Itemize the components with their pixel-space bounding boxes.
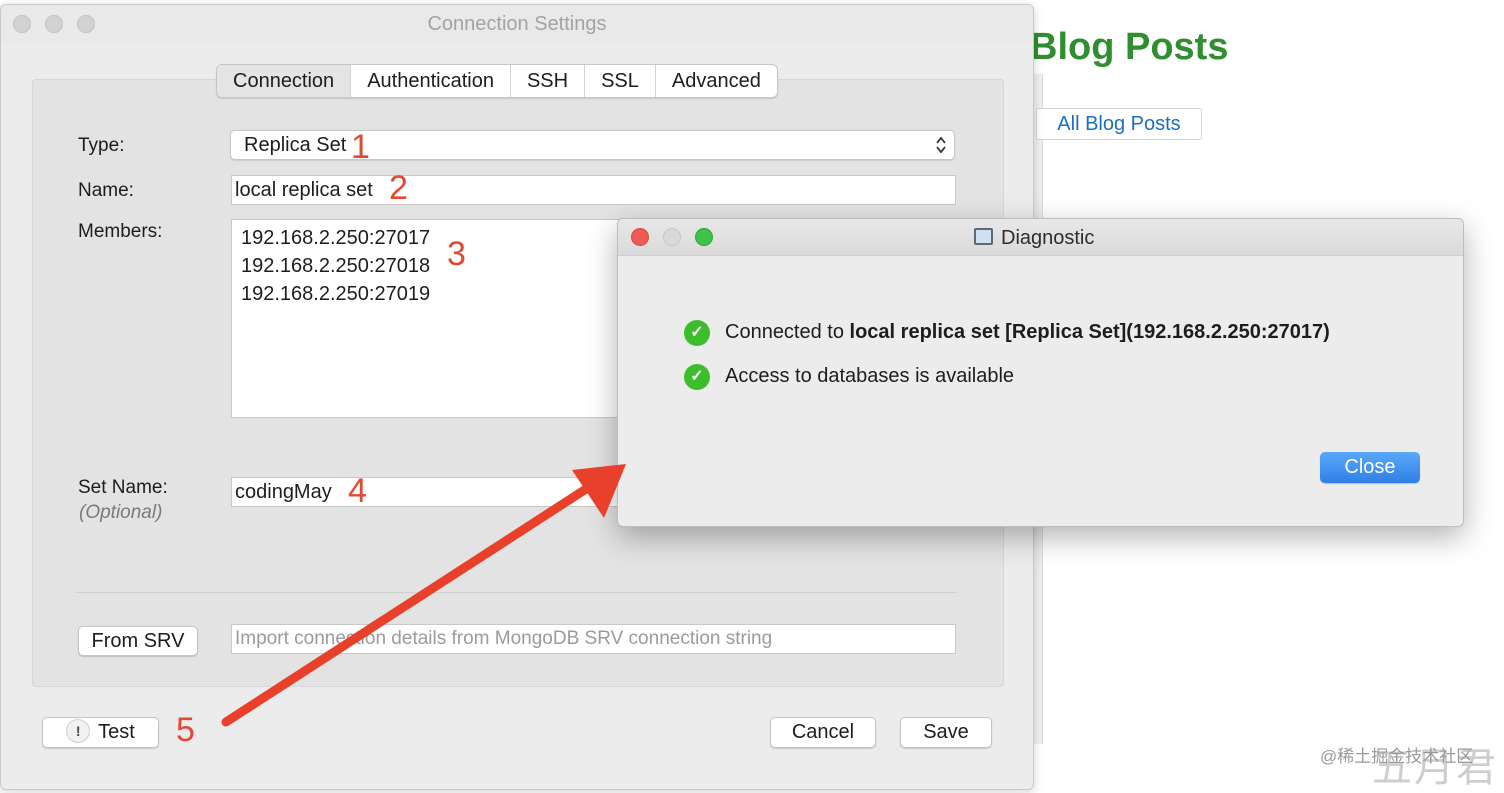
close-button[interactable]: Close — [1320, 452, 1420, 483]
dialog-minimize-dot[interactable] — [663, 228, 681, 246]
all-blog-posts-link[interactable]: All Blog Posts — [1036, 108, 1202, 140]
tab-bar: Connection Authentication SSH SSL Advanc… — [216, 64, 778, 98]
annotation-number: 3 — [447, 235, 466, 273]
warning-icon: ! — [66, 718, 91, 743]
window-titlebar: Connection Settings — [1, 5, 1033, 43]
dialog-title: Diagnostic — [974, 227, 1094, 250]
window-title: Connection Settings — [427, 13, 607, 35]
from-srv-label: From SRV — [91, 630, 185, 652]
access-status-line: Access to databases is available — [725, 365, 1015, 387]
from-srv-button[interactable]: From SRV — [78, 626, 198, 656]
status-prefix: Connected to — [725, 321, 850, 343]
annotation-number: 1 — [351, 128, 370, 166]
diagnostic-dialog: Diagnostic ✓ Connected to local replica … — [617, 218, 1464, 527]
connection-target: local replica set [Replica Set](192.168.… — [849, 321, 1330, 343]
dialog-zoom-dot[interactable] — [695, 228, 713, 246]
divider — [77, 592, 957, 593]
name-field[interactable]: local replica set — [231, 175, 956, 205]
dialog-titlebar: Diagnostic — [618, 219, 1463, 256]
optional-hint: (Optional) — [79, 502, 163, 523]
watermark: @稀土掘金技术社区 — [1320, 747, 1474, 766]
annotation-number: 4 — [348, 472, 367, 510]
type-label: Type: — [78, 135, 125, 156]
cancel-button[interactable]: Cancel — [770, 717, 876, 748]
save-button[interactable]: Save — [900, 717, 992, 748]
check-circle-icon: ✓ — [684, 320, 710, 346]
dialog-title-text: Diagnostic — [1001, 227, 1095, 249]
dialog-close-dot[interactable] — [631, 228, 649, 246]
type-select[interactable]: Replica Set — [230, 130, 955, 160]
tab-authentication[interactable]: Authentication — [350, 65, 510, 97]
annotation-number: 2 — [389, 169, 408, 207]
members-label: Members: — [78, 221, 163, 242]
monitor-icon — [974, 228, 993, 246]
page-title: Blog Posts — [1030, 26, 1229, 68]
updown-chevron-icon — [936, 136, 946, 154]
test-label: Test — [98, 721, 135, 743]
tab-ssh[interactable]: SSH — [509, 65, 584, 97]
connection-status-line: Connected to local replica set [Replica … — [725, 321, 1330, 344]
type-select-value: Replica Set — [244, 134, 347, 156]
test-button[interactable]: ! Test — [42, 717, 159, 748]
annotation-number: 5 — [176, 711, 195, 749]
srv-input[interactable]: Import connection details from MongoDB S… — [231, 624, 956, 654]
tab-advanced[interactable]: Advanced — [654, 65, 777, 97]
tab-ssl[interactable]: SSL — [584, 65, 655, 97]
set-name-label: Set Name: — [78, 477, 168, 498]
check-circle-icon: ✓ — [684, 364, 710, 390]
name-label: Name: — [78, 180, 134, 201]
tab-connection[interactable]: Connection — [217, 65, 351, 97]
